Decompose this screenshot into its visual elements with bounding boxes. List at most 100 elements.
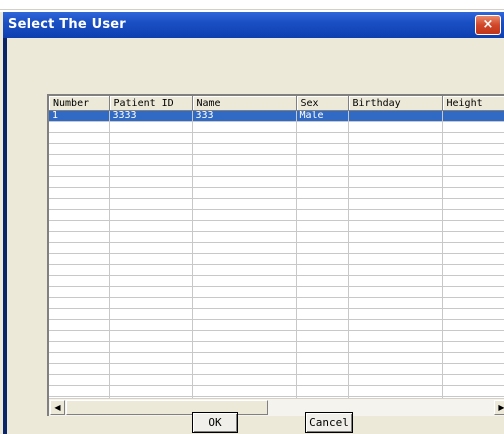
empty-table-cell	[49, 165, 110, 177]
column-header-sex[interactable]: Sex	[296, 96, 349, 111]
empty-table-cell	[109, 385, 193, 397]
close-button[interactable]: ×	[475, 15, 501, 35]
empty-table-row[interactable]	[49, 308, 504, 320]
scroll-left-button[interactable]: ◀	[50, 400, 65, 415]
empty-table-row[interactable]	[49, 132, 504, 144]
empty-table-cell	[109, 220, 193, 232]
empty-table-row[interactable]	[49, 154, 504, 166]
empty-table-cell	[348, 198, 443, 210]
empty-table-cell	[442, 242, 504, 254]
empty-table-cell	[192, 308, 297, 320]
empty-table-row[interactable]	[49, 143, 504, 155]
empty-table-cell	[296, 286, 349, 298]
horizontal-scrollbar[interactable]: ◀ ▶	[49, 398, 504, 416]
empty-table-row[interactable]	[49, 253, 504, 265]
empty-table-cell	[49, 198, 110, 210]
empty-table-cell	[348, 286, 443, 298]
empty-table-cell	[442, 220, 504, 232]
empty-table-cell	[109, 286, 193, 298]
empty-table-cell	[442, 143, 504, 155]
empty-table-cell	[442, 176, 504, 188]
empty-table-row[interactable]	[49, 286, 504, 298]
empty-table-row[interactable]	[49, 176, 504, 188]
empty-table-cell	[192, 352, 297, 364]
column-header-patient-id[interactable]: Patient ID	[109, 96, 193, 111]
empty-table-cell	[49, 374, 110, 386]
empty-table-row[interactable]	[49, 198, 504, 210]
empty-table-cell	[296, 165, 349, 177]
column-header-birthday[interactable]: Birthday	[348, 96, 443, 111]
empty-table-cell	[109, 176, 193, 188]
empty-table-row[interactable]	[49, 341, 504, 353]
table-body: 1 3333 333 Male	[49, 110, 504, 408]
empty-table-row[interactable]	[49, 319, 504, 331]
empty-table-cell	[49, 297, 110, 309]
empty-table-cell	[109, 132, 193, 144]
empty-table-cell	[348, 176, 443, 188]
empty-table-cell	[49, 176, 110, 188]
empty-table-cell	[442, 198, 504, 210]
empty-table-cell	[109, 143, 193, 155]
empty-table-cell	[442, 187, 504, 199]
empty-table-row[interactable]	[49, 231, 504, 243]
empty-table-cell	[49, 253, 110, 265]
empty-table-cell	[442, 319, 504, 331]
empty-table-cell	[192, 220, 297, 232]
empty-table-row[interactable]	[49, 385, 504, 397]
empty-table-cell	[192, 154, 297, 166]
empty-table-cell	[192, 253, 297, 265]
empty-table-cell	[109, 121, 193, 133]
user-grid[interactable]: Number Patient ID Name Sex Birthday Heig…	[47, 94, 504, 416]
empty-table-row[interactable]	[49, 297, 504, 309]
empty-table-cell	[49, 308, 110, 320]
empty-table-row[interactable]	[49, 242, 504, 254]
empty-table-row[interactable]	[49, 209, 504, 221]
empty-table-row[interactable]	[49, 352, 504, 364]
empty-table-cell	[109, 253, 193, 265]
empty-table-cell	[442, 165, 504, 177]
empty-table-cell	[109, 154, 193, 166]
empty-table-cell	[49, 286, 110, 298]
scroll-right-button[interactable]: ▶	[494, 400, 504, 415]
empty-table-row[interactable]	[49, 264, 504, 276]
table-row[interactable]: 1 3333 333 Male	[49, 110, 504, 122]
title-bar[interactable]: Select The User ×	[3, 12, 504, 38]
empty-table-row[interactable]	[49, 121, 504, 133]
dialog-client-area: Number Patient ID Name Sex Birthday Heig…	[7, 38, 504, 434]
empty-table-cell	[296, 352, 349, 364]
empty-table-cell	[442, 363, 504, 375]
empty-table-cell	[442, 264, 504, 276]
empty-table-cell	[348, 132, 443, 144]
empty-table-cell	[49, 154, 110, 166]
empty-table-row[interactable]	[49, 330, 504, 342]
empty-table-cell	[109, 308, 193, 320]
empty-table-cell	[296, 143, 349, 155]
empty-table-cell	[49, 264, 110, 276]
empty-table-row[interactable]	[49, 374, 504, 386]
table-cell: Male	[296, 110, 349, 122]
empty-table-cell	[192, 121, 297, 133]
column-header-name[interactable]: Name	[192, 96, 297, 111]
column-header-number[interactable]: Number	[49, 96, 110, 111]
column-header-height[interactable]: Height	[442, 96, 504, 111]
empty-table-cell	[442, 374, 504, 386]
table-cell: 1	[49, 110, 110, 122]
empty-table-cell	[442, 209, 504, 221]
empty-table-cell	[192, 374, 297, 386]
empty-table-row[interactable]	[49, 363, 504, 375]
empty-table-cell	[348, 385, 443, 397]
cancel-button[interactable]: Cancel	[305, 412, 353, 433]
empty-table-cell	[348, 154, 443, 166]
ok-button[interactable]: OK	[192, 412, 238, 433]
empty-table-row[interactable]	[49, 275, 504, 287]
empty-table-row[interactable]	[49, 165, 504, 177]
empty-table-cell	[296, 209, 349, 221]
empty-table-cell	[348, 330, 443, 342]
empty-table-cell	[348, 253, 443, 265]
empty-table-row[interactable]	[49, 187, 504, 199]
table-cell: 3333	[109, 110, 193, 122]
empty-table-cell	[49, 242, 110, 254]
empty-table-cell	[442, 121, 504, 133]
empty-table-row[interactable]	[49, 220, 504, 232]
empty-table-cell	[296, 132, 349, 144]
